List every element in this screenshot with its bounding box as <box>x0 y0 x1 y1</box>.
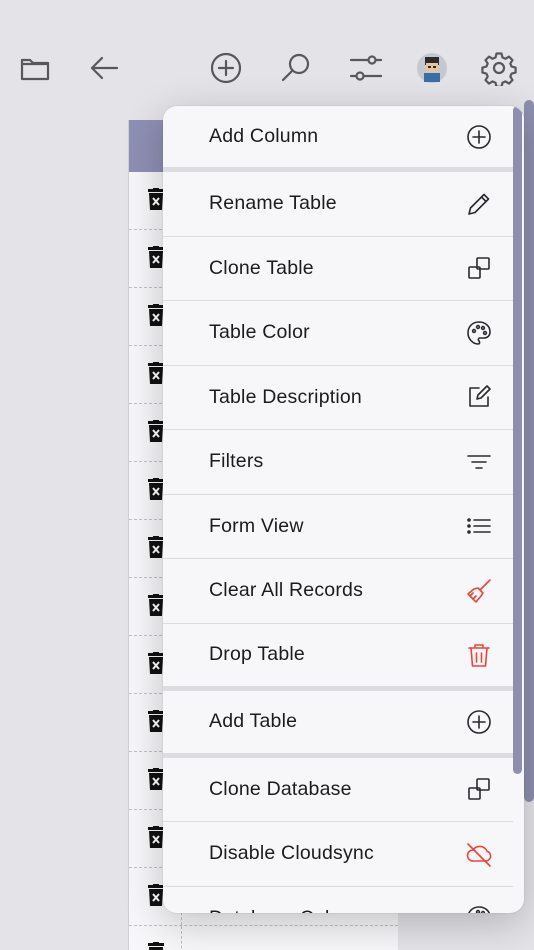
trash-delete-icon[interactable] <box>148 826 164 848</box>
menu-item-label: Drop Table <box>209 643 305 665</box>
menu-item-table-description[interactable]: Table Description <box>163 366 513 430</box>
broom-icon <box>465 577 493 605</box>
menu-item-label: Disable Cloudsync <box>209 842 374 865</box>
menu-item-label: Rename Table <box>209 192 337 215</box>
menu-item-label: Add Table <box>209 710 298 732</box>
folder-icon[interactable] <box>13 46 57 90</box>
table-options-menu: Add Column Rename Table Clone Table Table C… <box>163 106 524 913</box>
table-row <box>129 926 398 950</box>
menu-item-disable-cloudsync[interactable]: Disable Cloudsync <box>163 822 513 887</box>
menu-item-filters[interactable]: Filters <box>163 430 513 495</box>
menu-item-label: Form View <box>209 514 304 537</box>
menu-item-label: Clone Database <box>209 777 352 800</box>
trash-delete-icon[interactable] <box>148 362 164 384</box>
menu-item-label: Table Description <box>209 385 362 408</box>
cloud-off-icon <box>465 840 493 868</box>
menu-item-add-table[interactable]: Add Table <box>163 691 513 758</box>
trash-delete-icon[interactable] <box>148 188 164 210</box>
menu-item-clone-database[interactable]: Clone Database <box>163 758 513 822</box>
trash-delete-icon[interactable] <box>148 594 164 616</box>
trash-delete-icon[interactable] <box>148 304 164 326</box>
avatar[interactable] <box>410 46 454 90</box>
palette-icon <box>465 904 493 913</box>
menu-item-drop-table[interactable]: Drop Table <box>163 624 513 691</box>
menu-item-clear-all-records[interactable]: Clear All Records <box>163 559 513 624</box>
menu-item-label: Add Column <box>209 125 319 147</box>
pencil-icon <box>465 190 493 218</box>
menu-item-label: Clone Table <box>209 256 314 279</box>
menu-item-add-column[interactable]: Add Column <box>163 106 513 172</box>
filter-icon <box>465 448 493 476</box>
settings-gear-icon[interactable] <box>477 46 521 90</box>
trash-delete-icon[interactable] <box>148 246 164 268</box>
trash-delete-icon[interactable] <box>148 710 164 732</box>
trash-delete-icon[interactable] <box>148 536 164 558</box>
plus-circle-icon <box>465 123 493 151</box>
plus-circle-icon <box>465 708 493 736</box>
sliders-icon[interactable] <box>344 46 388 90</box>
menu-item-database-color[interactable]: Database Color <box>163 887 513 913</box>
menu-scrollbar[interactable] <box>513 106 522 774</box>
menu-item-table-color[interactable]: Table Color <box>163 301 513 366</box>
trash-delete-icon[interactable] <box>148 652 164 674</box>
trash-delete-icon[interactable] <box>148 768 164 790</box>
menu-item-label: Table Color <box>209 321 310 344</box>
add-circle-icon[interactable] <box>204 46 248 90</box>
edit-note-icon <box>465 383 493 411</box>
trash-delete-icon[interactable] <box>148 942 164 950</box>
menu-item-clone-table[interactable]: Clone Table <box>163 237 513 301</box>
menu-item-label: Clear All Records <box>209 579 364 602</box>
trash-delete-icon[interactable] <box>148 884 164 906</box>
page-scrollbar[interactable] <box>524 100 534 802</box>
trash-delete-icon[interactable] <box>148 478 164 500</box>
trash-delete-icon[interactable] <box>148 420 164 442</box>
search-icon[interactable] <box>274 46 318 90</box>
back-arrow-icon[interactable] <box>82 46 126 90</box>
menu-item-rename-table[interactable]: Rename Table <box>163 172 513 237</box>
palette-icon <box>465 319 493 347</box>
trash-icon <box>465 641 493 669</box>
top-toolbar <box>0 0 534 110</box>
list-icon <box>465 512 493 540</box>
clone-icon <box>465 254 493 282</box>
clone-icon <box>465 775 493 803</box>
menu-item-label: Filters <box>209 450 264 473</box>
menu-item-label: Database Color <box>209 907 347 913</box>
menu-item-form-view[interactable]: Form View <box>163 495 513 559</box>
